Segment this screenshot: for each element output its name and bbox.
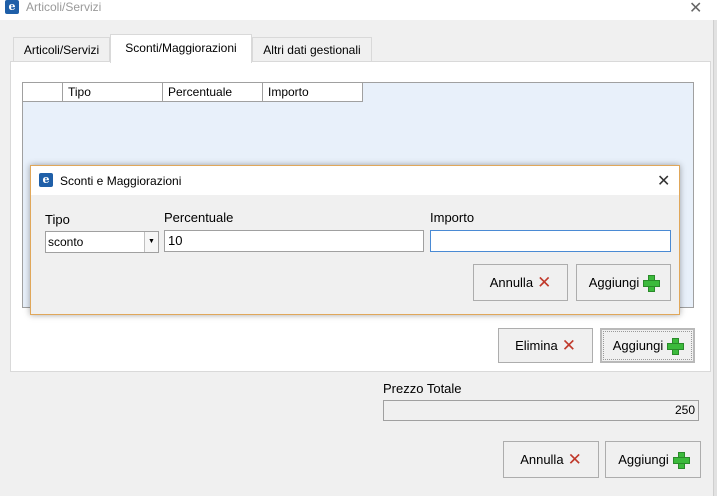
dropdown-arrow-icon[interactable]: ▼: [144, 232, 158, 252]
close-icon[interactable]: ✕: [657, 173, 670, 189]
cancel-x-icon: ✕: [537, 272, 552, 292]
window-title-bar: e Articoli/Servizi ✕: [0, 0, 717, 20]
tab-articoli-servizi[interactable]: Articoli/Servizi: [13, 37, 110, 62]
footer-add-button[interactable]: Aggiungi: [605, 441, 701, 478]
grid-header-tipo[interactable]: Tipo: [63, 83, 163, 102]
dialog-add-button-label: Aggiungi: [588, 275, 640, 290]
tipo-select-value: sconto: [48, 235, 84, 249]
delete-button[interactable]: Elimina ✕: [498, 328, 593, 363]
dialog-title: Sconti e Maggiorazioni: [60, 174, 182, 188]
importo-label: Importo: [430, 210, 475, 225]
grid-header-percentuale[interactable]: Percentuale: [163, 83, 263, 102]
add-plus-icon: [672, 452, 690, 469]
tab-altri-dati-gestionali[interactable]: Altri dati gestionali: [252, 37, 372, 62]
cancel-x-icon: ✕: [567, 449, 582, 469]
grid-header: Tipo Percentuale Importo: [23, 83, 363, 102]
sconti-maggiorazioni-dialog: e Sconti e Maggiorazioni ✕ Tipo sconto ▼…: [30, 165, 680, 315]
grid-header-selector[interactable]: [23, 83, 63, 102]
dialog-cancel-button-label: Annulla: [489, 275, 534, 290]
dialog-title-bar: e Sconti e Maggiorazioni ✕: [31, 166, 679, 195]
app-logo-icon: e: [5, 0, 19, 14]
add-plus-icon: [667, 338, 685, 355]
tab-sconti-maggiorazioni[interactable]: Sconti/Maggiorazioni: [110, 34, 252, 63]
tipo-label: Tipo: [45, 212, 70, 227]
dialog-add-button[interactable]: Aggiungi: [576, 264, 671, 301]
footer-add-button-label: Aggiungi: [618, 452, 669, 467]
add-plus-icon: [643, 275, 661, 292]
footer-cancel-button-label: Annulla: [520, 452, 564, 467]
footer-cancel-button[interactable]: Annulla ✕: [503, 441, 599, 478]
importo-input[interactable]: [430, 230, 671, 252]
app-logo-icon: e: [39, 173, 53, 187]
cancel-x-icon: ✕: [561, 335, 576, 355]
window-title: Articoli/Servizi: [26, 0, 102, 14]
grid-header-importo[interactable]: Importo: [263, 83, 363, 102]
close-icon[interactable]: ✕: [689, 0, 702, 16]
delete-button-label: Elimina: [515, 338, 558, 353]
total-value-field: 250: [383, 400, 699, 421]
total-label: Prezzo Totale: [383, 381, 462, 396]
tipo-select[interactable]: sconto ▼: [45, 231, 159, 253]
dialog-cancel-button[interactable]: Annulla ✕: [473, 264, 568, 301]
percentuale-input[interactable]: 10: [164, 230, 424, 252]
panel-add-button[interactable]: Aggiungi: [600, 328, 695, 363]
panel-add-button-label: Aggiungi: [612, 338, 664, 353]
background-window-edge: [713, 20, 717, 496]
percentuale-label: Percentuale: [164, 210, 234, 225]
